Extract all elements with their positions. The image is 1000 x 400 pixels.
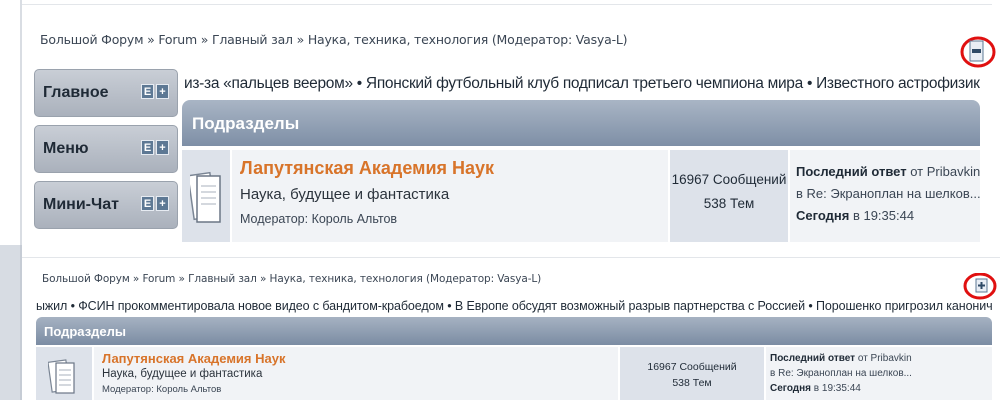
topic-count: 538 Тем [703, 196, 755, 211]
board-document-icon[interactable] [48, 357, 80, 397]
news-ticker[interactable]: ыжил • ФСИН прокомментировала новое виде… [36, 295, 992, 317]
board-icon-cell [36, 347, 92, 400]
board-info-cell: Лапутянская Академия Наук Наука, будущее… [94, 347, 618, 400]
edit-icon[interactable]: E [141, 84, 154, 99]
expand-icon[interactable]: + [156, 196, 169, 211]
left-border [0, 245, 20, 400]
last-post-label: Последний ответ [770, 353, 856, 364]
last-post-author[interactable]: от Pribavkin [858, 353, 912, 364]
section-header: Подразделы [182, 100, 980, 146]
last-post-time: в 19:35:44 [813, 383, 861, 394]
sidebar-item-label: Мини-Чат [43, 196, 119, 213]
last-post-day: Сегодня [796, 208, 850, 223]
last-post-topic-link[interactable]: Re: Экраноплан на шелков... [807, 186, 981, 201]
left-border [20, 0, 22, 245]
last-post-cell: Последний ответ от Pribavkin в Re: Экран… [790, 150, 981, 242]
collapse-sidebar-toggle[interactable] [958, 36, 996, 68]
last-post-in: в [770, 368, 776, 379]
sidebar-item-main[interactable]: Главное E + [34, 69, 178, 117]
top-divider [22, 4, 992, 5]
sidebar-item-mini-chat[interactable]: Мини-Чат E + [34, 181, 178, 229]
left-border-inner [20, 245, 22, 400]
last-post-time-line: Сегодня в 19:35:44 [770, 383, 861, 394]
last-post-line: Последний ответ от Pribavkin [796, 164, 980, 179]
edit-icon[interactable]: E [141, 140, 154, 155]
board-stats-cell: 16967 Сообщений 538 Тем [670, 150, 788, 242]
section-header-title: Подразделы [44, 324, 126, 339]
board-description: Наука, будущее и фантастика [240, 186, 450, 203]
last-post-topic-line: в Re: Экраноплан на шелков... [770, 368, 912, 379]
collapse-sidebar-icon [960, 36, 996, 68]
board-title-link[interactable]: Лапутянская Академия Наук [102, 351, 285, 366]
last-post-topic-line: в Re: Экраноплан на шелков... [796, 186, 981, 201]
last-post-label: Последний ответ [796, 164, 907, 179]
last-post-time-line: Сегодня в 19:35:44 [796, 208, 914, 223]
board-icon-cell [182, 150, 230, 242]
last-post-in: в [796, 186, 803, 201]
moderator-link[interactable]: Король Альтов [156, 384, 221, 395]
edit-icon[interactable]: E [141, 196, 154, 211]
news-ticker[interactable]: из-за «пальцев веером» • Японский футбол… [184, 70, 980, 98]
board-stats-cell: 16967 Сообщений 538 Тем [620, 347, 764, 400]
section-header: Подразделы [36, 317, 992, 345]
board-moderator: Модератор: Король Альтов [240, 212, 397, 226]
top-divider [22, 257, 1000, 258]
expand-icon[interactable]: + [156, 84, 169, 99]
last-post-cell: Последний ответ от Pribavkin в Re: Экран… [766, 347, 992, 400]
section-header-title: Подразделы [192, 114, 300, 133]
moderator-prefix: Модератор: [102, 384, 154, 395]
board-title-link[interactable]: Лапутянская Академия Наук [240, 158, 494, 179]
board-description: Наука, будущее и фантастика [102, 368, 263, 380]
last-post-author[interactable]: от Pribavkin [910, 164, 980, 179]
moderator-prefix: Модератор: [240, 212, 309, 226]
breadcrumb[interactable]: Большой Форум » Forum » Главный зал » На… [42, 273, 541, 285]
last-post-topic-link[interactable]: Re: Экраноплан на шелков... [778, 368, 912, 379]
topic-count: 538 Тем [672, 377, 712, 389]
sidebar-item-label: Меню [43, 140, 89, 157]
board-moderator: Модератор: Король Альтов [102, 384, 221, 395]
bottom-screenshot-panel: Большой Форум » Forum » Главный зал » На… [0, 245, 1000, 400]
message-count: 16967 Сообщений [647, 361, 737, 373]
sidebar-item-label: Главное [43, 84, 109, 101]
top-screenshot-panel: Большой Форум » Forum » Главный зал » На… [0, 0, 1000, 245]
last-post-day: Сегодня [770, 383, 812, 394]
sidebar-item-menu[interactable]: Меню E + [34, 125, 178, 173]
board-document-icon[interactable] [190, 166, 222, 224]
message-count: 16967 Сообщений [671, 172, 787, 187]
board-row: Лапутянская Академия Наук Наука, будущее… [36, 347, 992, 400]
last-post-time: в 19:35:44 [852, 208, 915, 223]
moderator-link[interactable]: Король Альтов [312, 212, 398, 226]
expand-icon[interactable]: + [156, 140, 169, 155]
breadcrumb[interactable]: Большой Форум » Forum » Главный зал » На… [40, 32, 628, 47]
board-row: Лапутянская Академия Наук Наука, будущее… [182, 150, 981, 242]
board-info-cell: Лапутянская Академия Наук Наука, будущее… [232, 150, 668, 242]
last-post-line: Последний ответ от Pribavkin [770, 353, 912, 364]
